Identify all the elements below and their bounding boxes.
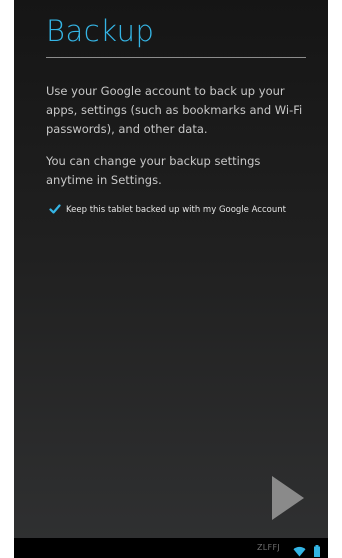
title-divider (46, 57, 306, 58)
wifi-icon (293, 542, 306, 557)
battery-icon (314, 542, 320, 557)
backup-checkbox-row[interactable]: Keep this tablet backed up with my Googl… (49, 204, 286, 215)
page-title: Backup (46, 14, 155, 48)
settings-note: You can change your backup settings anyt… (46, 154, 261, 187)
checkbox-checked-icon[interactable] (49, 204, 61, 215)
setup-screen: Backup Use your Google account to back u… (14, 0, 328, 558)
status-bar: ZLFFJ (14, 538, 328, 558)
backup-description: Use your Google account to back up your … (46, 84, 303, 136)
backup-checkbox-label: Keep this tablet backed up with my Googl… (66, 205, 286, 215)
status-code: ZLFFJ (257, 543, 280, 552)
next-button[interactable] (270, 474, 306, 522)
play-arrow-icon (272, 476, 304, 520)
